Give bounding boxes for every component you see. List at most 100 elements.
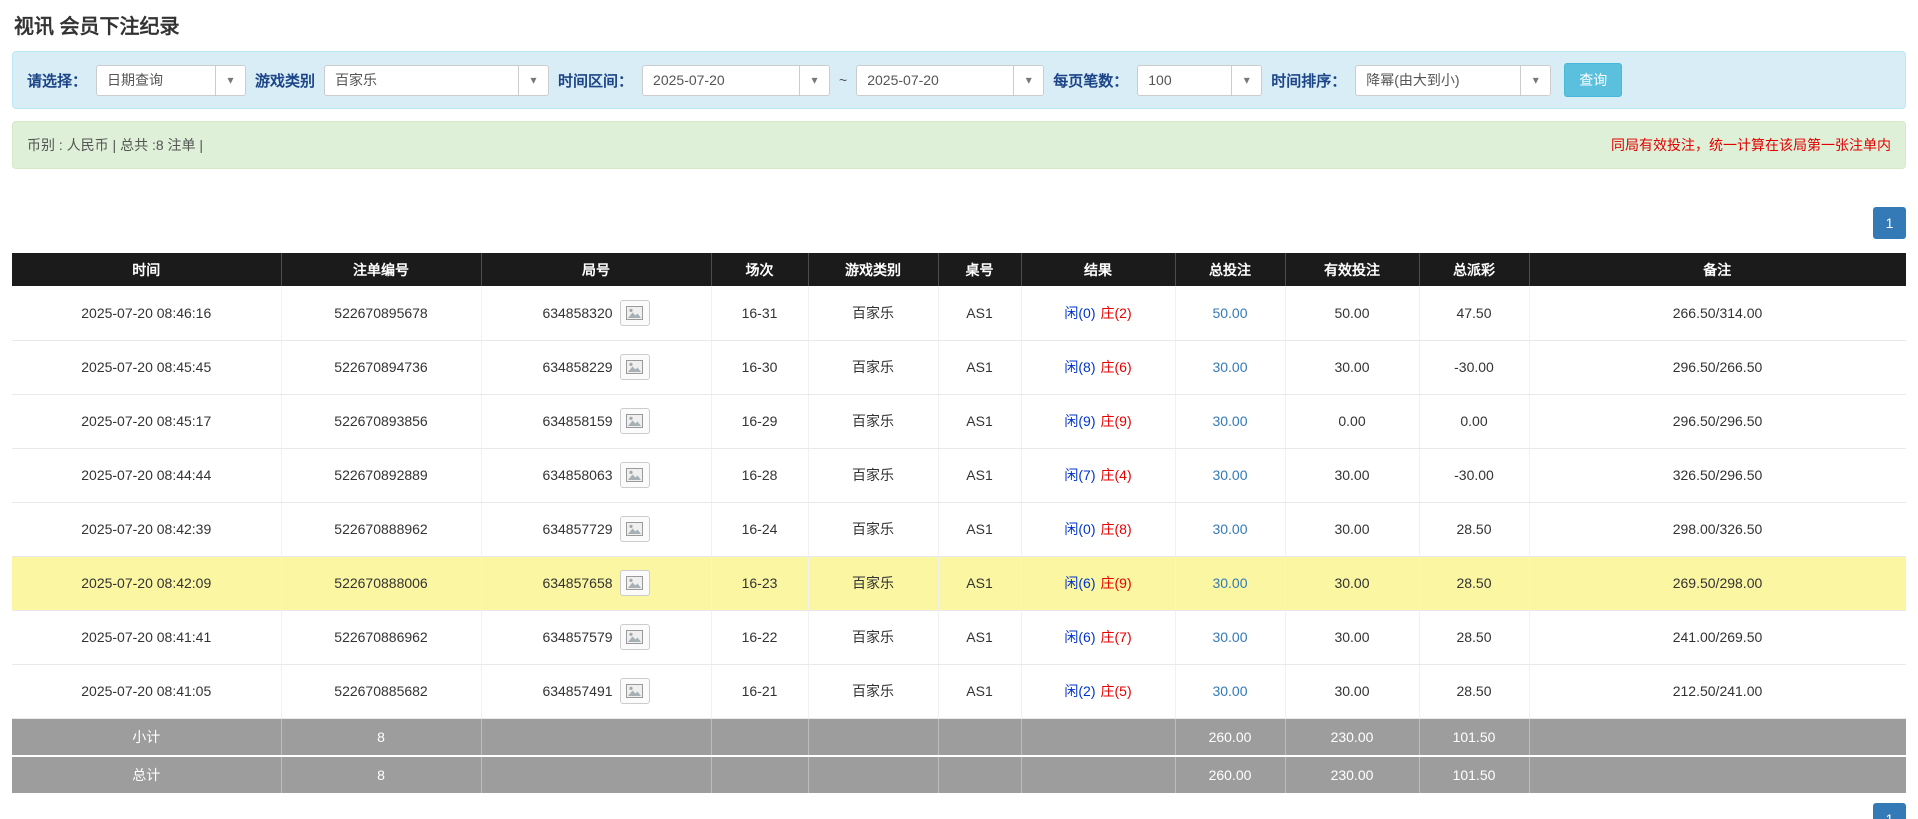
sort-value[interactable]: 降幂(由大到小) xyxy=(1356,66,1520,95)
pagination-bottom: 1 xyxy=(12,803,1906,819)
picture-icon xyxy=(626,576,644,590)
game-type-label: 游戏类别 xyxy=(255,72,316,90)
date-range-separator: ~ xyxy=(839,72,848,88)
total-bet-link[interactable]: 30.00 xyxy=(1212,467,1247,483)
page: 视讯 会员下注纪录 请选择： 日期查询 ▾ 游戏类别 百家乐 ▾ 时间区间： 2… xyxy=(0,0,1918,819)
cell-time: 2025-07-20 08:45:45 xyxy=(12,340,282,395)
result-banker: 庄(8) xyxy=(1100,521,1132,537)
chevron-down-icon[interactable]: ▾ xyxy=(518,65,549,95)
cell-bet-id: 522670888962 xyxy=(281,502,482,557)
cell-valid-bet: 0.00 xyxy=(1285,394,1420,449)
column-header: 桌号 xyxy=(938,253,1022,286)
picture-icon xyxy=(626,414,644,428)
picture-icon xyxy=(626,468,644,482)
round-detail-button[interactable] xyxy=(619,299,650,326)
summary-empty-cell xyxy=(481,756,712,795)
chevron-down-icon[interactable]: ▾ xyxy=(799,65,830,95)
round-detail-button[interactable] xyxy=(619,624,650,650)
column-header: 游戏类别 xyxy=(808,253,939,286)
page-1-button-bottom[interactable]: 1 xyxy=(1873,803,1906,819)
cell-session: 16-23 xyxy=(711,556,809,611)
cell-total-bet: 30.00 xyxy=(1175,394,1286,449)
chevron-down-icon[interactable]: ▾ xyxy=(1520,65,1551,95)
result-banker: 庄(9) xyxy=(1100,413,1132,429)
cell-bet-id: 522670892889 xyxy=(281,448,482,503)
cell-result: 闲(7) 庄(4) xyxy=(1021,448,1176,503)
column-header: 备注 xyxy=(1529,253,1906,286)
cell-bet-id: 522670893856 xyxy=(281,394,482,449)
cell-total-bet: 30.00 xyxy=(1175,502,1286,557)
search-button[interactable]: 查询 xyxy=(1564,63,1623,97)
date-from-dropdown[interactable]: 2025-07-20 ▾ xyxy=(642,64,831,96)
round-detail-button[interactable] xyxy=(619,570,650,596)
chevron-down-icon[interactable]: ▾ xyxy=(1013,65,1044,95)
table-row: 2025-07-20 08:41:41 522670886962 6348575… xyxy=(12,610,1906,665)
cell-session: 16-31 xyxy=(711,286,809,341)
page-1-button[interactable]: 1 xyxy=(1873,207,1906,239)
summary-count: 8 xyxy=(281,756,482,795)
cell-remark: 266.50/314.00 xyxy=(1529,286,1906,341)
table-row: 2025-07-20 08:45:17 522670893856 6348581… xyxy=(12,394,1906,449)
date-to-value[interactable]: 2025-07-20 xyxy=(857,66,1013,95)
total-bet-link[interactable]: 50.00 xyxy=(1212,305,1247,321)
cell-remark: 296.50/266.50 xyxy=(1529,340,1906,395)
records-foot: 小计 8 260.00 230.00 101.50 总计 8 260.00 23… xyxy=(12,718,1906,795)
cell-game-type: 百家乐 xyxy=(808,394,939,449)
summary-count: 8 xyxy=(281,718,482,757)
result-banker: 庄(2) xyxy=(1100,304,1132,321)
round-detail-button[interactable] xyxy=(619,408,650,434)
cell-result: 闲(0) 庄(8) xyxy=(1021,502,1176,557)
cell-game-type: 百家乐 xyxy=(808,664,939,719)
total-bet-link[interactable]: 30.00 xyxy=(1212,521,1247,537)
cell-session: 16-24 xyxy=(711,502,809,557)
page-title: 视讯 会员下注纪录 xyxy=(14,16,180,38)
round-detail-button[interactable] xyxy=(619,462,650,488)
summary-empty-cell xyxy=(481,718,712,757)
cell-payout: 0.00 xyxy=(1419,394,1530,449)
summary-valid-bet: 230.00 xyxy=(1285,718,1420,757)
cell-game-type: 百家乐 xyxy=(808,502,939,557)
select-type-label: 请选择： xyxy=(27,72,88,90)
round-detail-button[interactable] xyxy=(619,678,650,704)
cell-session: 16-22 xyxy=(711,610,809,665)
game-type-dropdown[interactable]: 百家乐 ▾ xyxy=(324,64,550,96)
total-bet-link[interactable]: 30.00 xyxy=(1212,629,1247,645)
cell-bet-id: 522670895678 xyxy=(281,286,482,341)
result-banker: 庄(9) xyxy=(1100,575,1132,591)
picture-icon xyxy=(626,522,644,536)
result-player: 闲(9) xyxy=(1064,413,1096,429)
round-id: 634858159 xyxy=(542,413,613,429)
page-size-value[interactable]: 100 xyxy=(1138,66,1231,95)
game-type-value[interactable]: 百家乐 xyxy=(325,66,518,95)
chevron-down-icon[interactable]: ▾ xyxy=(215,65,246,95)
select-type-value[interactable]: 日期查询 xyxy=(97,66,215,95)
cell-table-no: AS1 xyxy=(938,340,1022,395)
cell-valid-bet: 30.00 xyxy=(1285,448,1420,503)
column-header: 局号 xyxy=(481,253,712,286)
sort-dropdown[interactable]: 降幂(由大到小) ▾ xyxy=(1355,64,1552,96)
total-bet-link[interactable]: 30.00 xyxy=(1212,683,1247,699)
result-player: 闲(0) xyxy=(1064,521,1096,537)
round-detail-button[interactable] xyxy=(619,354,650,380)
picture-icon xyxy=(626,305,644,320)
select-type-dropdown[interactable]: 日期查询 ▾ xyxy=(96,64,247,96)
column-header: 场次 xyxy=(711,253,809,286)
cell-table-no: AS1 xyxy=(938,394,1022,449)
summary-empty-cell xyxy=(938,756,1022,795)
total-bet-link[interactable]: 30.00 xyxy=(1212,359,1247,375)
result-player: 闲(6) xyxy=(1064,629,1096,645)
summary-empty-cell xyxy=(808,718,939,757)
chevron-down-icon[interactable]: ▾ xyxy=(1231,65,1262,95)
cell-bet-id: 522670888006 xyxy=(281,556,482,611)
round-detail-button[interactable] xyxy=(619,516,650,542)
total-bet-link[interactable]: 30.00 xyxy=(1212,575,1247,591)
cell-remark: 269.50/298.00 xyxy=(1529,556,1906,611)
cell-valid-bet: 30.00 xyxy=(1285,502,1420,557)
date-from-value[interactable]: 2025-07-20 xyxy=(643,66,799,95)
picture-icon xyxy=(626,684,644,698)
total-bet-link[interactable]: 30.00 xyxy=(1212,413,1247,429)
page-size-dropdown[interactable]: 100 ▾ xyxy=(1137,64,1263,96)
cell-session: 16-30 xyxy=(711,340,809,395)
date-to-dropdown[interactable]: 2025-07-20 ▾ xyxy=(856,64,1045,96)
cell-bet-id: 522670894736 xyxy=(281,340,482,395)
